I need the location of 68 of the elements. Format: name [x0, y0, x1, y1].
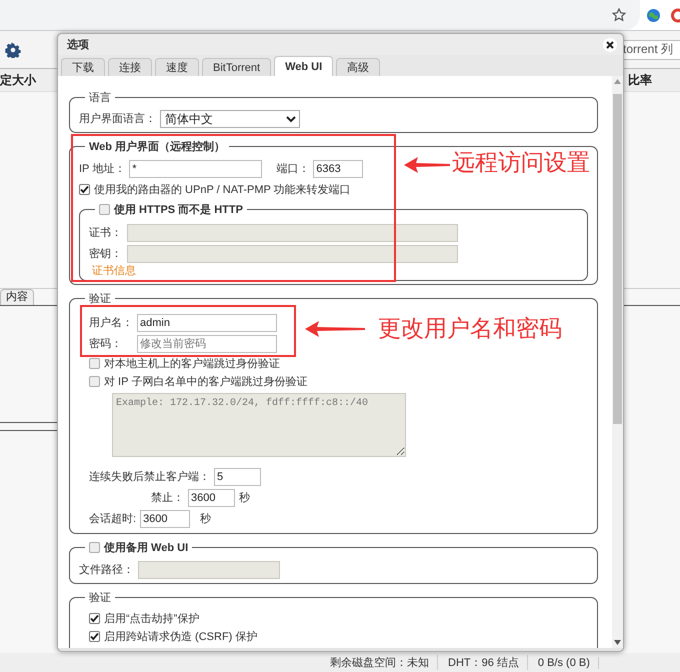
- checkbox-label: 使用备用 Web UI: [104, 541, 188, 555]
- checkbox[interactable]: [99, 204, 110, 215]
- ban-duration-field[interactable]: 3600: [188, 488, 235, 506]
- field-label: 密码：: [89, 336, 123, 351]
- settings-icon[interactable]: [5, 42, 21, 58]
- ip-address-field[interactable]: *: [129, 160, 262, 178]
- field-label: 文件路径：: [79, 562, 134, 577]
- section-title: 验证: [89, 292, 111, 306]
- field-label: 连续失败后禁止客户端：: [89, 470, 210, 484]
- language-select[interactable]: 简体中文: [160, 110, 300, 128]
- arrow-icon: [305, 320, 365, 338]
- checkbox-label: 对本地主机上的客户端跳过身份验证: [104, 356, 280, 370]
- close-icon[interactable]: [603, 38, 617, 52]
- field-label: 密钥：: [89, 246, 123, 261]
- panel-tab[interactable]: 内容: [0, 289, 34, 305]
- session-timeout-field[interactable]: 3600: [140, 510, 190, 528]
- column-header[interactable]: 比率: [628, 72, 652, 88]
- dialog-title: 选项: [67, 38, 89, 52]
- scroll-up-icon[interactable]: [614, 79, 621, 84]
- arrow-icon: [404, 156, 450, 174]
- checkbox-label: 对 IP 子网白名单中的客户端跳过身份验证: [104, 374, 308, 388]
- globe-icon[interactable]: [646, 8, 661, 22]
- star-icon[interactable]: [612, 8, 626, 22]
- scroll-down-icon[interactable]: [614, 640, 621, 645]
- certificate-field[interactable]: [127, 224, 458, 242]
- attempts-field[interactable]: 5: [214, 468, 261, 486]
- field-label: 会话超时:: [89, 512, 136, 526]
- ring-icon[interactable]: [669, 8, 680, 22]
- password-field[interactable]: 修改当前密码: [137, 334, 277, 352]
- tab[interactable]: BitTorrent: [202, 58, 272, 76]
- field-label: IP 地址：: [79, 162, 126, 176]
- key-field[interactable]: [127, 244, 458, 262]
- unit-label: 秒: [239, 491, 250, 505]
- field-label: 用户界面语言：: [79, 112, 156, 126]
- checkbox[interactable]: [89, 358, 100, 368]
- tab[interactable]: 速度: [155, 58, 199, 76]
- tab[interactable]: 高级: [336, 58, 380, 76]
- section-title: Web 用户界面（远程控制）: [89, 140, 226, 154]
- field-label: 用户名：: [89, 316, 133, 330]
- scrollbar[interactable]: [612, 76, 623, 648]
- whitelist-field[interactable]: Example: 172.17.32.0/24, fdff:ffff:c8::/40: [112, 393, 406, 457]
- section-title: 验证: [89, 591, 111, 605]
- checkbox-label: 使用 HTTPS 而不是 HTTP: [114, 203, 243, 217]
- status-text: DHT：96 结点: [448, 655, 528, 670]
- tab[interactable]: 下载: [61, 58, 105, 76]
- checkbox-label: 使用我的路由器的 UPnP / NAT-PMP 功能来转发端口: [94, 183, 351, 197]
- field-label: 禁止：: [151, 491, 184, 505]
- checkbox[interactable]: [89, 612, 100, 624]
- field-label: 证书：: [89, 226, 123, 240]
- annotation-text: 远程访问设置: [452, 152, 590, 175]
- checkbox-label: 启用跨站请求伪造 (CSRF) 保护: [104, 630, 258, 644]
- status-text: 剩余磁盘空间：未知: [330, 655, 438, 670]
- annotation-text: 更改用户名和密码: [378, 318, 562, 341]
- checkbox[interactable]: [89, 376, 100, 386]
- checkbox[interactable]: [79, 184, 90, 195]
- tab[interactable]: 连接: [108, 58, 152, 76]
- checkbox[interactable]: [89, 630, 100, 642]
- column-header[interactable]: 定大小: [0, 72, 36, 88]
- port-field[interactable]: 6363: [313, 160, 364, 178]
- section-title: 语言: [89, 90, 111, 105]
- checkbox[interactable]: [89, 542, 100, 553]
- unit-label: 秒: [200, 512, 212, 526]
- username-field[interactable]: admin: [137, 314, 277, 332]
- checkbox-label: 启用“点击劫持”保护: [104, 612, 200, 626]
- status-text: 0 B/s (0 B): [538, 656, 599, 668]
- file-path-field[interactable]: [138, 560, 280, 578]
- field-label: 端口：: [276, 162, 310, 176]
- tab[interactable]: Web UI: [274, 56, 334, 76]
